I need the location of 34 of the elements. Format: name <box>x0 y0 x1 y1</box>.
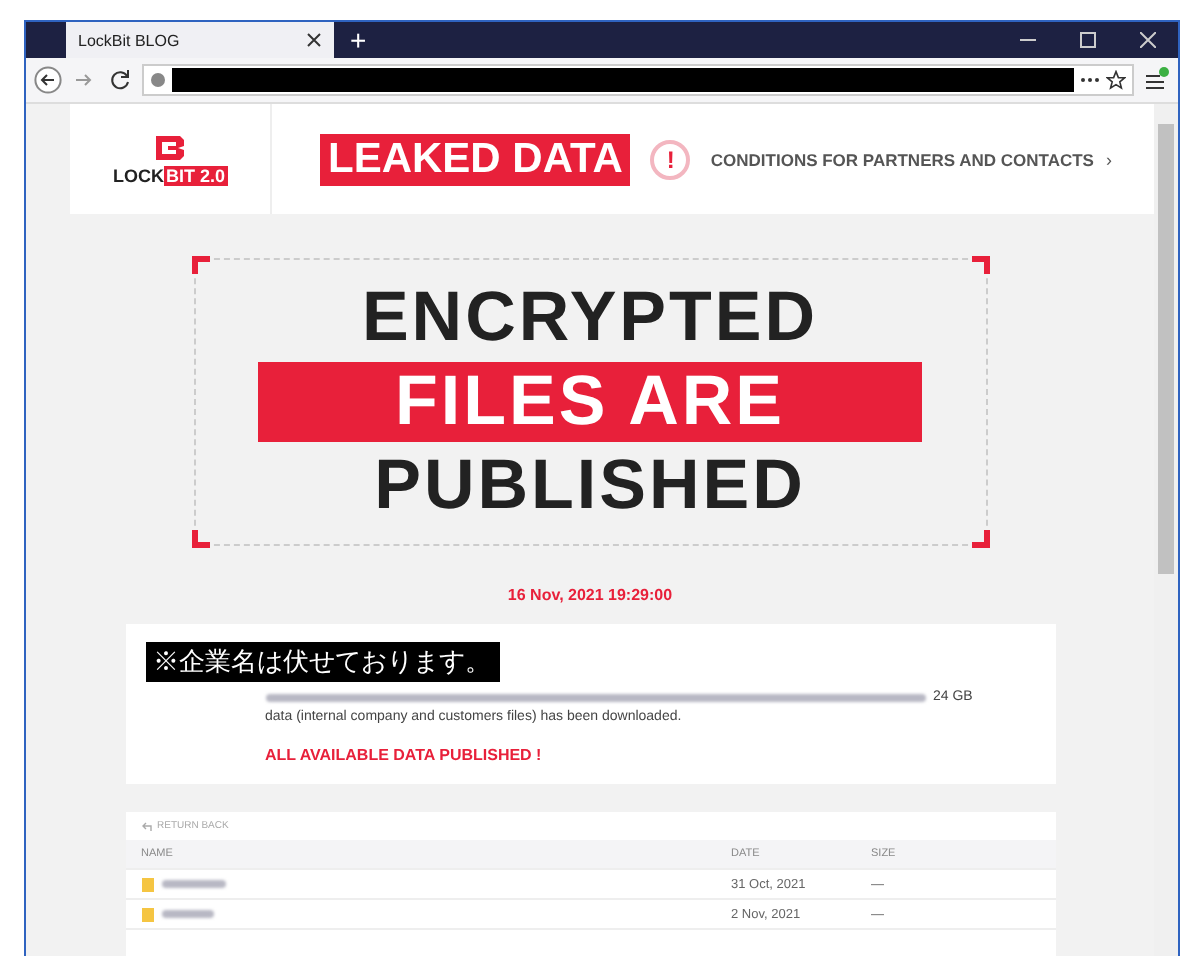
folder-icon <box>141 877 153 891</box>
publish-status: ALL AVAILABLE DATA PUBLISHED ! <box>265 746 544 764</box>
alert-badge[interactable]: ! <box>650 139 691 179</box>
site-info-icon <box>150 72 166 88</box>
corner-bracket <box>191 530 209 548</box>
corner-bracket <box>971 530 989 548</box>
more-icon[interactable] <box>1080 76 1100 84</box>
reload-icon[interactable] <box>106 66 134 94</box>
browser-tab[interactable]: LockBit BLOG <box>66 22 334 58</box>
conditions-link[interactable]: CONDITIONS FOR PARTNERS AND CONTACTS <box>710 149 1094 169</box>
corner-bracket <box>971 256 989 274</box>
menu-icon[interactable] <box>1142 66 1170 94</box>
folder-icon <box>141 907 153 921</box>
tab-title: LockBit BLOG <box>78 31 180 49</box>
back-icon[interactable] <box>34 66 62 94</box>
close-icon[interactable] <box>306 32 322 48</box>
hero-headline: FILES ARE <box>258 362 922 442</box>
leaked-data-banner[interactable]: LEAKED DATA <box>320 133 631 185</box>
redaction-notice: ※企業名は伏せております。 <box>145 642 499 682</box>
scroll-thumb[interactable] <box>1158 124 1174 574</box>
corner-bracket <box>191 256 209 274</box>
blurred-text <box>161 880 225 888</box>
maximize-icon[interactable] <box>1080 32 1096 48</box>
scrollbar[interactable] <box>1154 104 1178 956</box>
blurred-text <box>161 910 213 918</box>
logo-wordmark: LOCKBIT 2.0 <box>112 165 227 185</box>
post-date: 16 Nov, 2021 19:29:00 <box>507 586 673 604</box>
logo-icon <box>152 133 188 161</box>
star-icon[interactable] <box>1106 70 1126 90</box>
new-tab-button[interactable]: + <box>334 22 383 58</box>
hero-headline: PUBLISHED <box>374 446 806 526</box>
chevron-icon[interactable]: › <box>1105 149 1112 169</box>
address-bar[interactable] <box>142 64 1134 96</box>
hero-headline: ENCRYPTED <box>361 278 819 358</box>
